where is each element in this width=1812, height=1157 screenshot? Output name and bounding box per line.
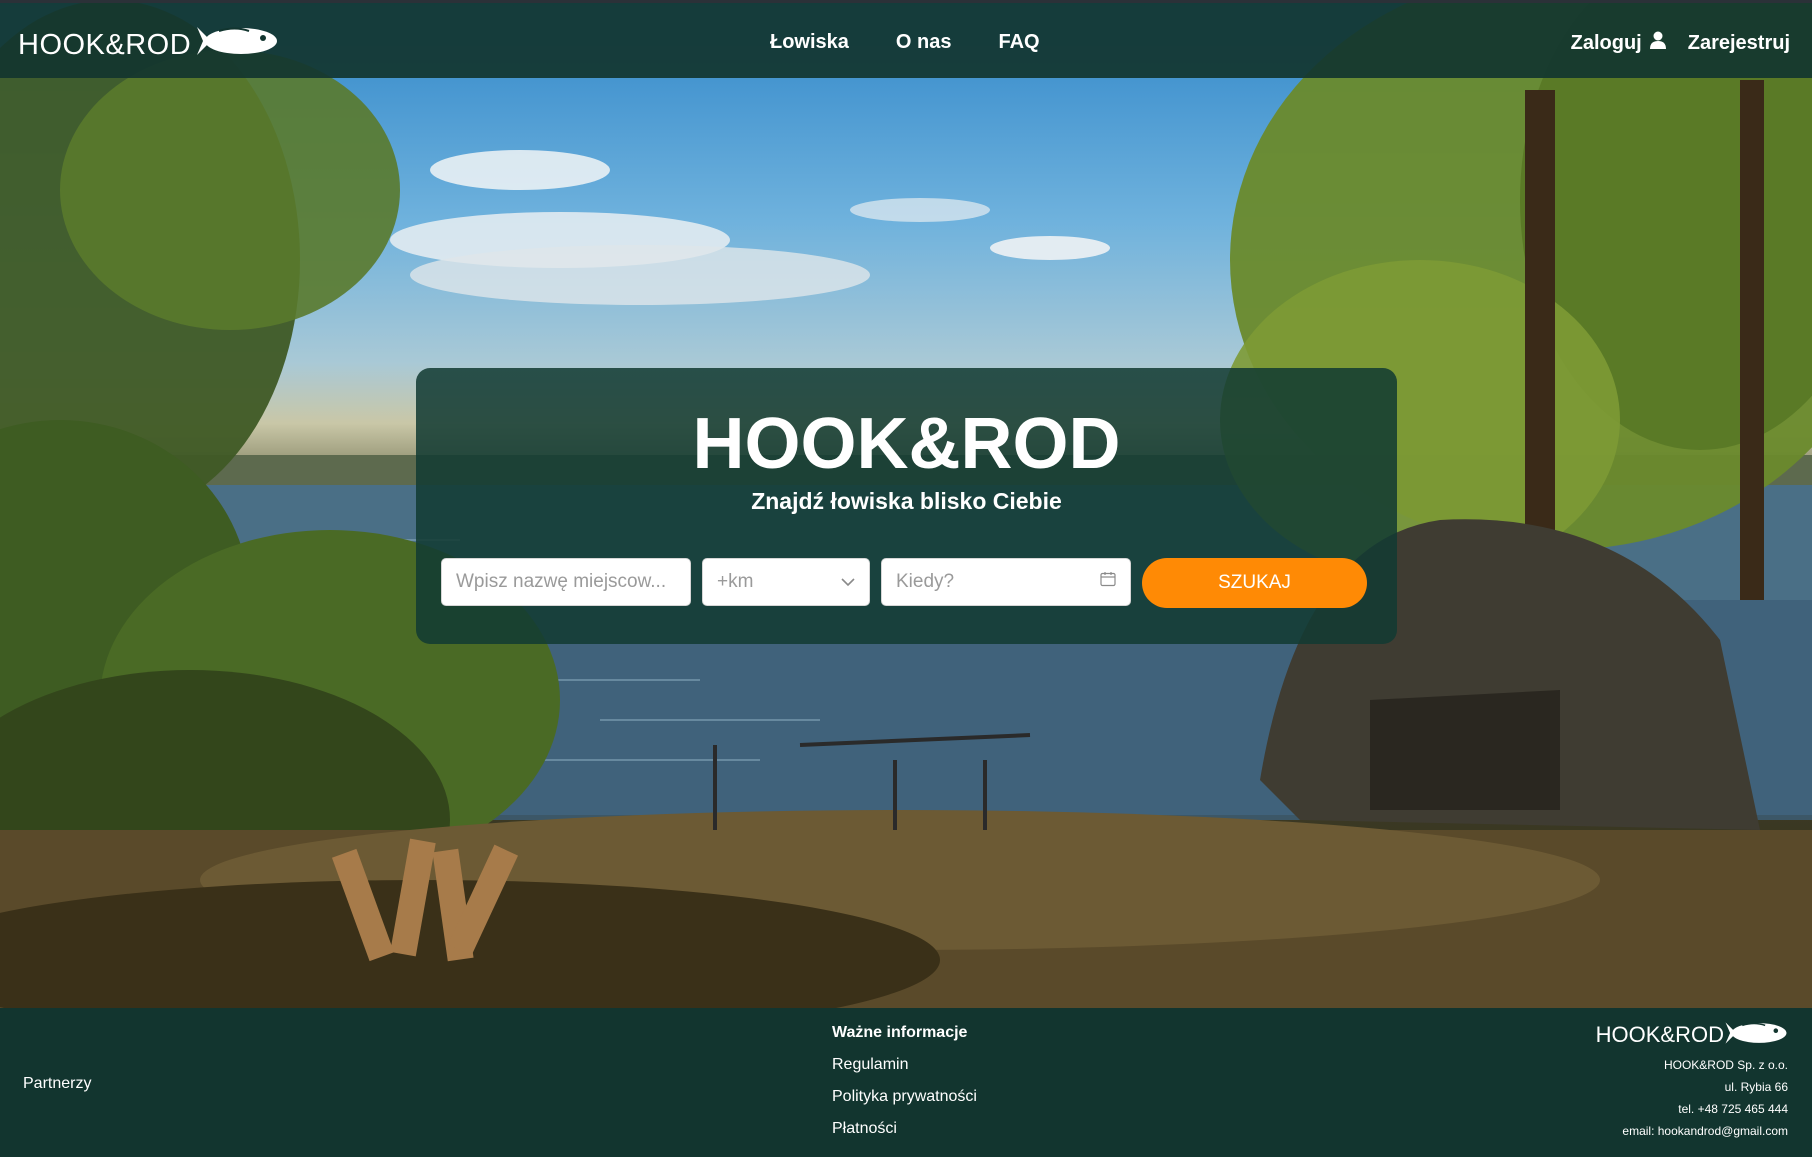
- company-email: email: hookandrod@gmail.com: [1622, 1124, 1788, 1138]
- place-search-placeholder: Wpisz nazwę miejscow...: [456, 571, 667, 592]
- fish-icon: [195, 25, 279, 65]
- search-button[interactable]: SZUKAJ: [1142, 558, 1367, 608]
- account-nav: Zaloguj Zarejestruj: [1571, 31, 1790, 55]
- date-picker-placeholder: Kiedy?: [896, 571, 955, 592]
- hero-subtitle: Znajdź łowiska blisko Ciebie: [751, 488, 1062, 514]
- search-panel: HOOK&ROD Znajdź łowiska blisko Ciebie Wp…: [416, 368, 1397, 644]
- search-form: Wpisz nazwę miejscow... +km Kiedy? SZUKA…: [441, 558, 1367, 608]
- brand-name: HOOK&ROD: [18, 28, 192, 61]
- footer-company-info: HOOK&ROD HOOK&ROD Sp. z o.o. ul. Rybia 6…: [1596, 1020, 1788, 1142]
- footer-link-polityka-prywatnosci[interactable]: Polityka prywatności: [832, 1088, 977, 1106]
- top-navbar: HOOK&ROD Łowiska O nas FAQ Zaloguj Zarej: [0, 0, 1812, 78]
- register-link[interactable]: Zarejestruj: [1688, 32, 1790, 55]
- login-link[interactable]: Zaloguj: [1571, 31, 1666, 55]
- nav-link-o-nas[interactable]: O nas: [896, 31, 952, 54]
- nav-link-faq[interactable]: FAQ: [999, 31, 1040, 54]
- company-phone: tel. +48 725 465 444: [1678, 1102, 1788, 1116]
- fish-icon: [1724, 1020, 1788, 1050]
- chevron-down-icon: [841, 571, 855, 593]
- partners-link[interactable]: Partnerzy: [23, 1075, 91, 1093]
- date-picker-input[interactable]: Kiedy?: [881, 558, 1131, 606]
- footer-brand-logo: HOOK&ROD: [1596, 1020, 1788, 1050]
- company-name: HOOK&ROD Sp. z o.o.: [1663, 1058, 1788, 1072]
- brand-logo-link[interactable]: HOOK&ROD: [18, 25, 279, 65]
- company-address: ul. Rybia 66: [1724, 1080, 1788, 1094]
- login-label: Zaloguj: [1570, 31, 1642, 54]
- distance-select[interactable]: +km: [702, 558, 870, 606]
- calendar-icon[interactable]: [1100, 571, 1116, 593]
- user-icon: [1649, 31, 1666, 55]
- nav-link-lowiska[interactable]: Łowiska: [770, 31, 849, 54]
- distance-select-value: +km: [717, 571, 754, 592]
- hero-title: HOOK&ROD: [692, 404, 1121, 484]
- footer-link-platnosci[interactable]: Płatności: [832, 1120, 977, 1138]
- footer-link-regulamin[interactable]: Regulamin: [832, 1056, 977, 1074]
- main-nav: Łowiska O nas FAQ: [770, 31, 1040, 54]
- footer-brand-name: HOOK&ROD: [1595, 1022, 1724, 1047]
- footer: Partnerzy Ważne informacje Regulamin Pol…: [0, 1008, 1812, 1157]
- footer-info-heading: Ważne informacje: [832, 1024, 968, 1041]
- footer-info-links: Ważne informacje Regulamin Polityka pryw…: [832, 1024, 977, 1152]
- place-search-input[interactable]: Wpisz nazwę miejscow...: [441, 558, 691, 606]
